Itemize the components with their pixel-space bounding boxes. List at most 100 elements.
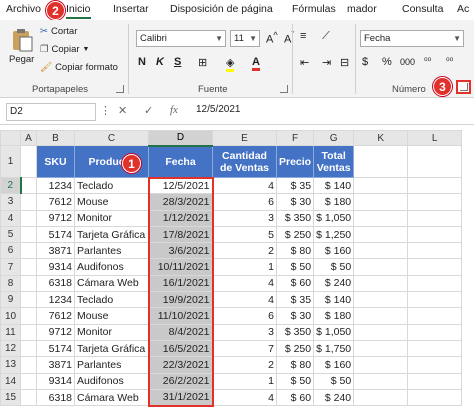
paste-button[interactable]: Pegar [9, 28, 34, 65]
increase-decimal-icon[interactable]: ⁰⁰ [424, 56, 431, 67]
cell-producto[interactable]: Cámara Web [74, 274, 149, 293]
cell-cantidad[interactable]: 4 [212, 274, 277, 293]
font-launcher-icon[interactable] [280, 85, 288, 93]
row-header[interactable]: 12 [0, 339, 21, 358]
number-format-select[interactable]: Fecha ▼ [360, 30, 464, 47]
column-header-k[interactable]: K [353, 130, 409, 146]
cell-producto[interactable]: Audifonos [74, 372, 149, 390]
cell-sku[interactable]: 1234 [36, 291, 75, 309]
tab-ac[interactable]: Ac [457, 3, 469, 15]
increase-indent-icon[interactable]: ⇥ [322, 56, 331, 69]
cell-sku[interactable]: 9314 [36, 258, 75, 276]
cell-total[interactable]: $ 180 [313, 307, 355, 325]
cell-precio[interactable]: $ 30 [275, 193, 315, 211]
cell-sku[interactable]: 6318 [36, 274, 75, 293]
name-box[interactable]: D2 [6, 103, 96, 121]
column-header-b[interactable]: B [36, 130, 75, 146]
cell[interactable] [407, 291, 463, 309]
cell-sku[interactable]: 3871 [36, 356, 75, 374]
cell[interactable] [20, 209, 37, 227]
percent-button[interactable]: % [382, 56, 392, 68]
cell-total[interactable]: $ 1,050 [313, 323, 355, 341]
cell-cantidad[interactable]: 6 [212, 193, 277, 211]
font-name-select[interactable]: Calibri ▼ [136, 30, 226, 47]
row-header[interactable]: 5 [0, 225, 21, 244]
cell-sku[interactable]: 1234 [36, 176, 75, 195]
cell[interactable] [353, 307, 409, 325]
cell[interactable] [407, 242, 463, 260]
column-header-e[interactable]: E [212, 130, 277, 146]
cell-fecha[interactable]: 8/4/2021 [147, 323, 214, 341]
cell-cantidad[interactable]: 7 [212, 339, 277, 358]
cell-cantidad[interactable]: 5 [212, 225, 277, 244]
header-sku[interactable]: SKU [36, 145, 75, 178]
cell[interactable] [407, 225, 463, 244]
cell-producto[interactable]: Teclado [74, 176, 149, 195]
decrease-indent-icon[interactable]: ⇤ [300, 56, 309, 69]
cell[interactable] [353, 323, 409, 341]
cell-total[interactable]: $ 140 [313, 291, 355, 309]
cell[interactable] [407, 323, 463, 341]
tab-datos[interactable]: mador [347, 3, 377, 15]
row-header[interactable]: 9 [0, 291, 21, 309]
cell[interactable] [353, 242, 409, 260]
header-fecha[interactable]: Fecha [148, 145, 213, 178]
cell[interactable] [407, 356, 463, 374]
cell[interactable] [20, 242, 37, 260]
cell-total[interactable]: $ 50 [313, 258, 355, 276]
cell[interactable] [353, 372, 409, 390]
cell[interactable] [20, 274, 37, 293]
cell-sku[interactable]: 7612 [36, 307, 75, 325]
cell-cantidad[interactable]: 3 [212, 209, 277, 227]
cell[interactable] [20, 258, 37, 276]
tab-consulta[interactable]: Consulta [402, 3, 443, 15]
cell[interactable] [20, 291, 37, 309]
cell[interactable] [20, 145, 37, 178]
italic-button[interactable]: K [156, 56, 164, 68]
number-launcher-icon[interactable] [456, 80, 471, 94]
cell[interactable] [353, 193, 409, 211]
row-header[interactable]: 3 [0, 193, 21, 211]
tab-disposicion[interactable]: Disposición de página [170, 3, 273, 15]
header-cantidad[interactable]: Cantidad de Ventas [212, 145, 277, 178]
cell-precio[interactable]: $ 50 [275, 372, 315, 390]
font-color-icon[interactable]: A [252, 56, 260, 71]
header-total[interactable]: Total Ventas [313, 145, 355, 178]
cell-precio[interactable]: $ 350 [275, 323, 315, 341]
row-header[interactable]: 10 [0, 307, 21, 325]
cell[interactable] [20, 193, 37, 211]
cell-precio[interactable]: $ 80 [275, 356, 315, 374]
cell[interactable] [20, 372, 37, 390]
merge-icon[interactable]: ⊟ [340, 56, 349, 69]
cell[interactable] [407, 258, 463, 276]
cell[interactable] [353, 176, 409, 195]
formula-input[interactable]: 12/5/2021 [196, 104, 241, 115]
cell-fecha[interactable]: 11/10/2021 [147, 307, 214, 325]
cell-producto[interactable]: Audifonos [74, 258, 149, 276]
font-size-select[interactable]: 11 ▼ [230, 30, 260, 47]
cell-producto[interactable]: Teclado [74, 291, 149, 309]
cell[interactable] [407, 372, 463, 390]
cell-sku[interactable]: 3871 [36, 242, 75, 260]
row-header[interactable]: 6 [0, 242, 21, 260]
copy-button[interactable]: ❐ Copiar ▼ [40, 44, 89, 55]
cell-precio[interactable]: $ 80 [275, 242, 315, 260]
cell-total[interactable]: $ 240 [313, 388, 355, 407]
cell-precio[interactable]: $ 35 [275, 176, 315, 195]
cell-fecha[interactable]: 28/3/2021 [147, 193, 214, 211]
cell-precio[interactable]: $ 35 [275, 291, 315, 309]
align-top-icon[interactable]: ≡ [300, 30, 306, 42]
column-header-g[interactable]: G [313, 130, 355, 146]
select-all-corner[interactable] [0, 130, 21, 146]
column-header-f[interactable]: F [275, 130, 315, 146]
bold-button[interactable]: N [138, 56, 146, 68]
cell-sku[interactable]: 6318 [36, 388, 75, 407]
cell[interactable] [20, 356, 37, 374]
row-header[interactable]: 7 [0, 258, 21, 276]
cell-precio[interactable]: $ 30 [275, 307, 315, 325]
cell-total[interactable]: $ 160 [313, 356, 355, 374]
column-header-l[interactable]: L [407, 130, 463, 146]
row-header[interactable]: 15 [0, 388, 21, 407]
cell-fecha[interactable]: 16/1/2021 [147, 274, 214, 293]
orientation-icon[interactable]: ⟋ [322, 30, 330, 43]
